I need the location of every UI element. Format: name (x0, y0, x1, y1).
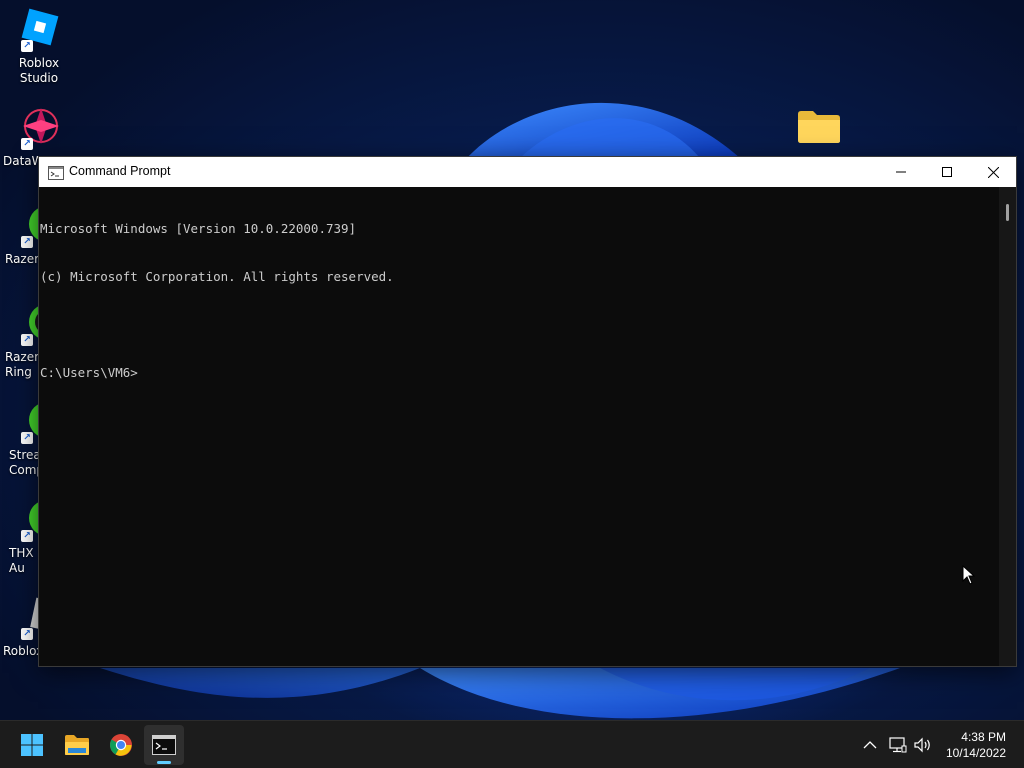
desktop: ↗ Roblox Studio ↗ DataW ↗ Razer ↗ Razer … (0, 0, 1024, 768)
minimize-button[interactable] (878, 157, 924, 187)
network-icon (889, 737, 907, 753)
volume-icon (914, 737, 930, 753)
desktop-icon-roblox-studio[interactable]: ↗ Roblox Studio (0, 6, 78, 86)
command-prompt-window[interactable]: Command Prompt Microsoft Windows [Versio… (38, 156, 1017, 667)
mouse-cursor-icon (962, 565, 976, 585)
taskbar-file-explorer[interactable] (57, 725, 97, 765)
title-bar[interactable]: Command Prompt (39, 157, 1016, 187)
taskbar-command-prompt[interactable] (144, 725, 184, 765)
network-button[interactable] (888, 735, 908, 755)
running-indicator (157, 761, 171, 764)
clock[interactable]: 4:38 PM 10/14/2022 (946, 729, 1006, 761)
console-output[interactable]: Microsoft Windows [Version 10.0.22000.73… (39, 187, 999, 666)
desktop-folder-icon[interactable] (797, 110, 841, 144)
command-prompt-icon (48, 165, 64, 180)
taskbar: 4:38 PM 10/14/2022 (0, 720, 1024, 768)
maximize-icon (942, 167, 952, 177)
volume-button[interactable] (913, 735, 933, 755)
command-prompt-icon (152, 735, 176, 755)
console-line: Microsoft Windows [Version 10.0.22000.73… (40, 221, 357, 236)
console-prompt: C:\Users\VM6> (40, 365, 138, 380)
desktop-icon-label: Roblox Studio (18, 56, 60, 85)
console-scrollbar[interactable] (999, 187, 1016, 666)
show-hidden-icons-button[interactable] (860, 735, 880, 755)
close-icon (987, 166, 999, 178)
chrome-icon (110, 734, 132, 756)
taskbar-chrome[interactable] (101, 725, 141, 765)
clock-time: 4:38 PM (961, 730, 1006, 744)
datawing-icon: ↗ (15, 104, 63, 152)
minimize-icon (896, 171, 906, 173)
scrollbar-thumb[interactable] (1006, 204, 1009, 221)
window-title: Command Prompt (69, 164, 171, 178)
clock-date: 10/14/2022 (945, 746, 1006, 760)
start-button[interactable] (12, 725, 52, 765)
console-line: (c) Microsoft Corporation. All rights re… (40, 269, 394, 284)
chevron-up-icon (863, 741, 877, 749)
file-explorer-icon (65, 735, 89, 755)
close-button[interactable] (970, 157, 1016, 187)
roblox-studio-icon: ↗ (15, 6, 63, 54)
maximize-button[interactable] (924, 157, 970, 187)
start-icon (21, 734, 43, 756)
